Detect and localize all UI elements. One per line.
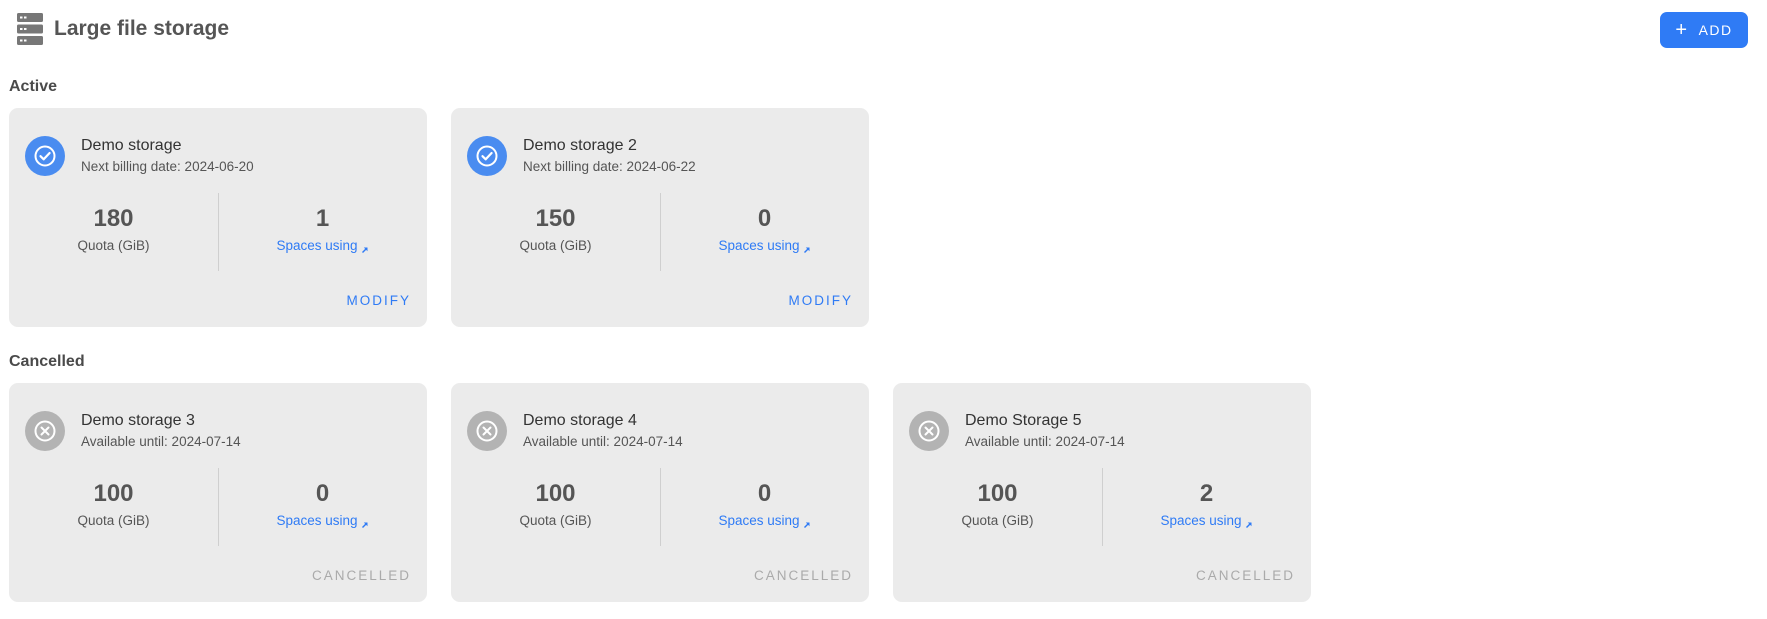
spaces-using-label: Spaces using <box>276 238 358 253</box>
storage-card: Demo storage 4 Available until: 2024-07-… <box>451 383 869 602</box>
external-link-icon <box>803 517 811 528</box>
spaces-using-link[interactable]: Spaces using <box>276 238 368 253</box>
spaces-stat: 2 Spaces using <box>1102 479 1311 530</box>
storage-card: Demo Storage 5 Available until: 2024-07-… <box>893 383 1311 602</box>
quota-stat: 150 Quota (GiB) <box>451 204 660 253</box>
storage-date: Next billing date: 2024-06-22 <box>523 159 696 174</box>
modify-button[interactable]: MODIFY <box>789 293 854 308</box>
quota-label: Quota (GiB) <box>77 513 150 528</box>
spaces-value: 1 <box>315 205 330 232</box>
quota-value: 150 <box>535 205 576 232</box>
external-link-icon <box>361 517 369 528</box>
storage-card: Demo storage 3 Available until: 2024-07-… <box>9 383 427 602</box>
cancelled-storage-list: Demo storage 3 Available until: 2024-07-… <box>9 383 1311 602</box>
spaces-using-label: Spaces using <box>276 513 358 528</box>
quota-stat: 100 Quota (GiB) <box>893 479 1102 528</box>
x-circle-icon <box>25 411 65 451</box>
x-circle-icon <box>467 411 507 451</box>
page-title: Large file storage <box>54 17 230 40</box>
storage-date: Available until: 2024-07-14 <box>81 434 241 449</box>
add-button[interactable]: + ADD <box>1660 12 1748 48</box>
quota-label: Quota (GiB) <box>519 513 592 528</box>
cancelled-status-label: CANCELLED <box>753 568 853 583</box>
spaces-stat: 1 Spaces using <box>218 204 427 255</box>
external-link-icon <box>361 242 369 253</box>
storage-name: Demo storage 2 <box>523 137 637 154</box>
storage-date: Next billing date: 2024-06-20 <box>81 159 254 174</box>
section-title-active: Active <box>9 78 58 95</box>
storage-date: Available until: 2024-07-14 <box>523 434 683 449</box>
modify-button[interactable]: MODIFY <box>347 293 412 308</box>
spaces-value: 0 <box>757 205 772 232</box>
spaces-stat: 0 Spaces using <box>218 479 427 530</box>
add-button-label: ADD <box>1698 22 1733 38</box>
section-title-cancelled: Cancelled <box>9 353 85 370</box>
external-link-icon <box>1245 517 1253 528</box>
quota-label: Quota (GiB) <box>77 238 150 253</box>
quota-value: 100 <box>535 480 576 507</box>
external-link-icon <box>803 242 811 253</box>
storage-name: Demo storage 3 <box>81 412 195 429</box>
storage-date: Available until: 2024-07-14 <box>965 434 1125 449</box>
cancelled-status-label: CANCELLED <box>311 568 411 583</box>
quota-label: Quota (GiB) <box>519 238 592 253</box>
spaces-using-label: Spaces using <box>718 238 800 253</box>
spaces-using-link[interactable]: Spaces using <box>718 513 810 528</box>
storage-name: Demo storage 4 <box>523 412 637 429</box>
spaces-using-label: Spaces using <box>718 513 800 528</box>
storage-card: Demo storage Next billing date: 2024-06-… <box>9 108 427 327</box>
spaces-stat: 0 Spaces using <box>660 479 869 530</box>
page: Large file storage + ADD Active Demo sto… <box>0 0 1767 619</box>
storage-card: Demo storage 2 Next billing date: 2024-0… <box>451 108 869 327</box>
spaces-using-label: Spaces using <box>1160 513 1242 528</box>
quota-label: Quota (GiB) <box>961 513 1034 528</box>
spaces-using-link[interactable]: Spaces using <box>1160 513 1252 528</box>
quota-value: 100 <box>977 480 1018 507</box>
spaces-value: 0 <box>757 480 772 507</box>
plus-icon: + <box>1675 19 1689 41</box>
storage-name: Demo storage <box>81 137 182 154</box>
check-circle-icon <box>467 136 507 176</box>
quota-value: 100 <box>93 480 134 507</box>
quota-stat: 180 Quota (GiB) <box>9 204 218 253</box>
x-circle-icon <box>909 411 949 451</box>
quota-value: 180 <box>93 205 134 232</box>
quota-stat: 100 Quota (GiB) <box>451 479 660 528</box>
check-circle-icon <box>25 136 65 176</box>
spaces-stat: 0 Spaces using <box>660 204 869 255</box>
spaces-value: 0 <box>315 480 330 507</box>
spaces-value: 2 <box>1199 480 1214 507</box>
page-header: Large file storage <box>16 12 229 46</box>
active-storage-list: Demo storage Next billing date: 2024-06-… <box>9 108 869 327</box>
cancelled-status-label: CANCELLED <box>1195 568 1295 583</box>
storage-name: Demo Storage 5 <box>965 412 1082 429</box>
spaces-using-link[interactable]: Spaces using <box>718 238 810 253</box>
quota-stat: 100 Quota (GiB) <box>9 479 218 528</box>
spaces-using-link[interactable]: Spaces using <box>276 513 368 528</box>
server-icon <box>16 12 44 46</box>
